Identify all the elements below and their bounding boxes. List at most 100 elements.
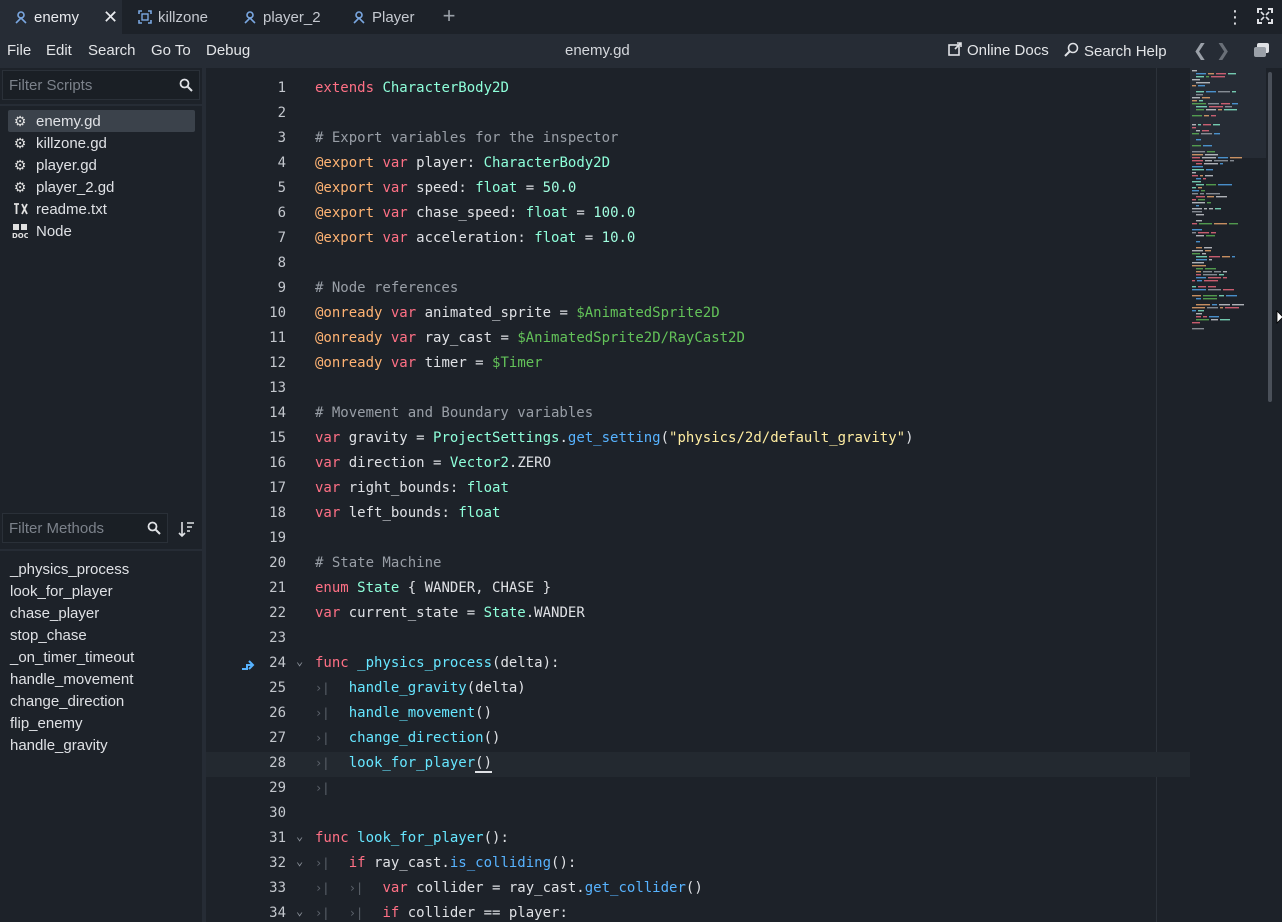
method-item[interactable]: flip_enemy: [10, 715, 83, 732]
search-help-button[interactable]: Search Help: [1064, 42, 1167, 60]
method-item[interactable]: handle_gravity: [10, 737, 108, 754]
fullscreen-icon[interactable]: [1257, 8, 1273, 24]
fold-arrow-icon[interactable]: ⌄: [296, 854, 303, 868]
toggle-panel-icon[interactable]: [1254, 43, 1270, 57]
code-line[interactable]: 31 ⌄ func look_for_player():: [206, 827, 1190, 852]
code-line[interactable]: 7 @export var acceleration: float = 10.0: [206, 227, 1190, 252]
minimap-line: [1192, 202, 1205, 204]
fold-arrow-icon[interactable]: ⌄: [296, 654, 303, 668]
menu-file[interactable]: File: [7, 42, 31, 59]
tab-player[interactable]: Player: [352, 0, 415, 34]
method-item[interactable]: look_for_player: [10, 583, 113, 600]
add-tab-icon[interactable]: +: [440, 5, 458, 27]
code-line[interactable]: 1 extends CharacterBody2D: [206, 77, 1190, 102]
method-item[interactable]: _physics_process: [10, 561, 129, 578]
code-line[interactable]: 18 var left_bounds: float: [206, 502, 1190, 527]
script-node-icon: [14, 10, 28, 24]
script-node-icon: [352, 10, 366, 24]
code-line[interactable]: 14 # Movement and Boundary variables: [206, 402, 1190, 427]
code-line[interactable]: 34 ⌄ ›| ›| if collider == player:: [206, 902, 1190, 922]
minimap-line: [1218, 109, 1222, 111]
code-line[interactable]: 11 @onready var ray_cast = $AnimatedSprit…: [206, 327, 1190, 352]
code-line[interactable]: 16 var direction = Vector2.ZERO: [206, 452, 1190, 477]
filter-scripts-input[interactable]: Filter Scripts: [2, 70, 200, 100]
code-line[interactable]: 26 ›| handle_movement(): [206, 702, 1190, 727]
vertical-scrollbar[interactable]: [1268, 72, 1272, 402]
fold-arrow-icon[interactable]: ⌄: [296, 829, 303, 843]
code-line[interactable]: 21 enum State { WANDER, CHASE }: [206, 577, 1190, 602]
menu-debug[interactable]: Debug: [206, 42, 250, 59]
method-item[interactable]: change_direction: [10, 693, 124, 710]
code-line[interactable]: 13: [206, 377, 1190, 402]
tab-enemy[interactable]: enemy ✕: [0, 0, 122, 34]
script-item-node[interactable]: DOC Node: [8, 220, 195, 242]
code-line[interactable]: 27 ›| change_direction(): [206, 727, 1190, 752]
code-line[interactable]: 19: [206, 527, 1190, 552]
code-line[interactable]: 5 @export var speed: float = 50.0: [206, 177, 1190, 202]
code-line[interactable]: 6 @export var chase_speed: float = 100.0: [206, 202, 1190, 227]
minimap-line: [1196, 205, 1199, 207]
code-line[interactable]: 30: [206, 802, 1190, 827]
minimap-line: [1192, 289, 1206, 291]
history-forward-icon[interactable]: ❯: [1216, 41, 1230, 61]
fold-arrow-icon[interactable]: ⌄: [296, 904, 303, 918]
code-line[interactable]: 33 ›| ›| var collider = ray_cast.get_collid…: [206, 877, 1190, 902]
minimap-line: [1204, 280, 1218, 282]
minimap-line: [1192, 307, 1205, 309]
minimap-line: [1203, 178, 1206, 180]
code-line[interactable]: 3 # Export variables for the inspector: [206, 127, 1190, 152]
more-options-icon[interactable]: ⋮: [1226, 7, 1244, 28]
script-item-enemy[interactable]: ⚙ enemy.gd: [8, 110, 195, 132]
history-back-icon[interactable]: ❮: [1193, 41, 1207, 61]
code-editor[interactable]: 1 extends CharacterBody2D 2 3 # Export varia…: [206, 68, 1282, 922]
menu-edit[interactable]: Edit: [46, 42, 72, 59]
code-text: look_for_player(): [348, 755, 493, 773]
code-line[interactable]: 8: [206, 252, 1190, 277]
minimap-line: [1211, 232, 1216, 234]
code-line[interactable]: 25 ›| handle_gravity(delta): [206, 677, 1190, 702]
code-line[interactable]: 24 ⌄ func _physics_process(delta):: [206, 652, 1190, 677]
script-item-readme[interactable]: readme.txt: [8, 198, 195, 220]
online-docs-button[interactable]: Online Docs: [948, 42, 1049, 59]
code-line[interactable]: 15 var gravity = ProjectSettings.get_sett…: [206, 427, 1190, 452]
code-line[interactable]: 10 @onready var animated_sprite = $Animat…: [206, 302, 1190, 327]
code-line[interactable]: 9 # Node references: [206, 277, 1190, 302]
method-item[interactable]: chase_player: [10, 605, 99, 622]
close-icon[interactable]: ✕: [103, 7, 118, 28]
minimap-line: [1206, 184, 1216, 186]
minimap-line: [1196, 220, 1202, 222]
script-item-player[interactable]: ⚙ player.gd: [8, 154, 195, 176]
method-item[interactable]: handle_movement: [10, 671, 133, 688]
code-line[interactable]: 12 @onready var timer = $Timer: [206, 352, 1190, 377]
method-item[interactable]: stop_chase: [10, 627, 87, 644]
code-text: @export var acceleration: float = 10.0: [315, 230, 636, 246]
code-line[interactable]: 32 ⌄ ›| if ray_cast.is_colliding():: [206, 852, 1190, 877]
search-help-label: Search Help: [1084, 42, 1167, 60]
code-line[interactable]: 2: [206, 102, 1190, 127]
script-item-player-2[interactable]: ⚙ player_2.gd: [8, 176, 195, 198]
code-text: # Export variables for the inspector: [315, 130, 619, 146]
gear-icon: ⚙: [13, 156, 27, 173]
filter-methods-input[interactable]: Filter Methods: [2, 513, 168, 543]
minimap-line: [1200, 193, 1204, 195]
code-line[interactable]: 29 ›|: [206, 777, 1190, 802]
code-line[interactable]: 23: [206, 627, 1190, 652]
menu-go-to[interactable]: Go To: [151, 42, 191, 59]
code-line[interactable]: 17 var right_bounds: float: [206, 477, 1190, 502]
minimap[interactable]: [1190, 68, 1266, 398]
code-line[interactable]: 22 var current_state = State.WANDER: [206, 602, 1190, 627]
code-line[interactable]: 20 # State Machine: [206, 552, 1190, 577]
sort-icon[interactable]: [178, 521, 195, 538]
menu-search[interactable]: Search: [88, 42, 136, 59]
tab-killzone[interactable]: killzone: [138, 0, 208, 34]
code-line[interactable]: 4 @export var player: CharacterBody2D: [206, 152, 1190, 177]
override-method-icon[interactable]: [240, 656, 256, 672]
minimap-line: [1211, 319, 1218, 321]
method-item[interactable]: _on_timer_timeout: [10, 649, 134, 666]
minimap-line: [1218, 184, 1232, 186]
minimap-line: [1192, 328, 1204, 330]
tab-player-2[interactable]: player_2: [243, 0, 321, 34]
code-line[interactable]: 28 ›| look_for_player(): [206, 752, 1190, 777]
minimap-line: [1212, 304, 1217, 306]
script-item-killzone[interactable]: ⚙ killzone.gd: [8, 132, 195, 154]
